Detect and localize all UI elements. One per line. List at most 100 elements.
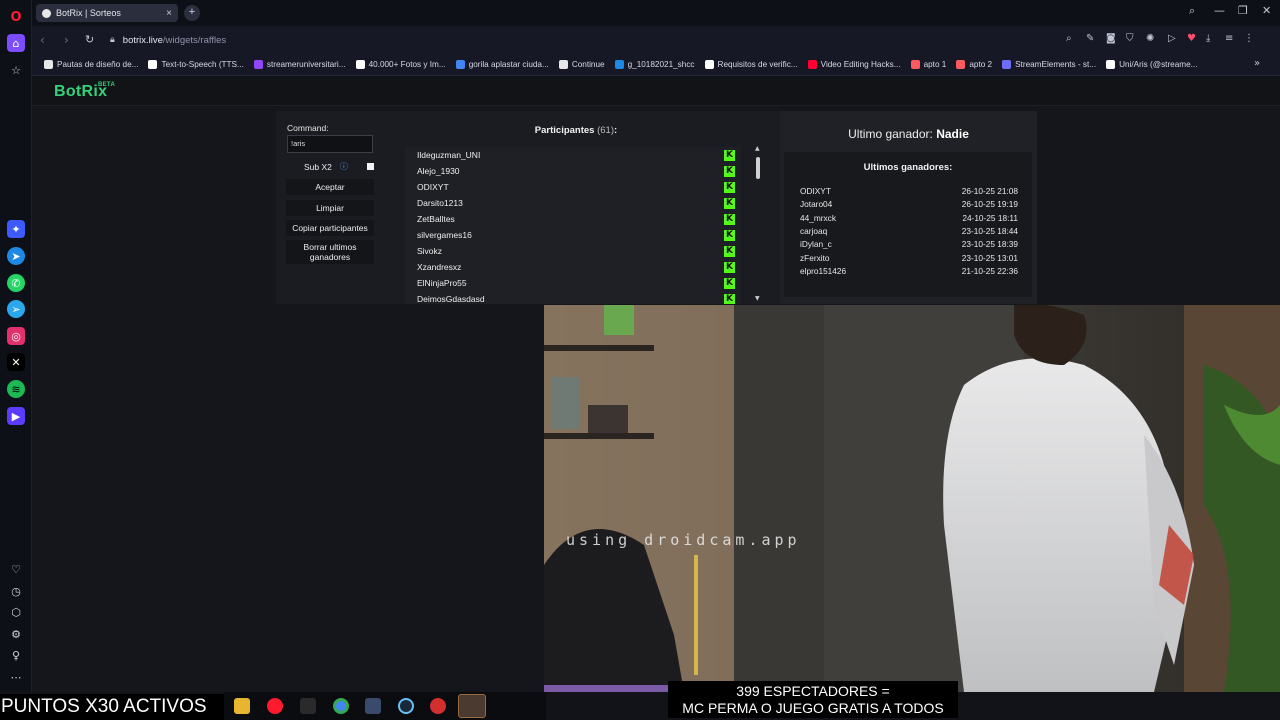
bookmark-item[interactable]: Requisitos de verific... (704, 60, 798, 69)
participant-row[interactable]: Alejo_1930 K (405, 163, 741, 179)
maximize-icon[interactable]: ❐ (1238, 4, 1248, 17)
sub-x2-option[interactable]: Sub X2 ⓘ (286, 159, 374, 175)
instagram-icon[interactable]: ◎ (7, 327, 25, 345)
scroll-up-icon[interactable]: ▲ (755, 145, 760, 152)
webcam-feed: using droidcam.app (544, 305, 1280, 692)
participant-row[interactable]: ODIXYT K (405, 179, 741, 195)
bookmark-item[interactable]: StreamElements - st... (1002, 60, 1096, 69)
app-icon[interactable] (300, 698, 316, 714)
telegram-icon[interactable]: ➢ (7, 300, 25, 318)
winner-name: zFerxito (800, 252, 830, 263)
bookmark-item[interactable]: streameruniversitari... (253, 60, 346, 69)
bulb-icon[interactable]: ♀ (7, 646, 25, 664)
recorder-icon[interactable] (430, 698, 446, 714)
heart-icon[interactable]: ♥ (1187, 33, 1196, 44)
vpn-icon[interactable]: ✺ (1146, 33, 1154, 44)
info-icon[interactable]: ⓘ (340, 162, 348, 172)
more-icon[interactable]: ⋮ (1244, 33, 1254, 44)
camera-icon[interactable]: ◙ (1106, 33, 1116, 44)
winner-row: Jotaro04 26-10-25 19:19 (800, 199, 1018, 212)
bookmark-item[interactable]: Text-to-Speech (TTS... (148, 60, 244, 69)
obs-icon[interactable] (458, 694, 486, 718)
scroll-down-icon[interactable]: ▼ (755, 295, 760, 302)
bookmark-item[interactable]: 40.000+ Fotos y Im... (355, 60, 446, 69)
close-tab-icon[interactable]: × (166, 8, 172, 19)
command-input[interactable]: !aris (287, 135, 373, 153)
bookmark-item[interactable]: Pautas de diseño de... (44, 60, 138, 69)
minimize-icon[interactable]: — (1214, 4, 1225, 17)
spotify-icon[interactable]: ≋ (7, 380, 25, 398)
participants-scrollbar[interactable]: ▲ ▼ (754, 145, 762, 302)
menu-icon[interactable]: ≡ (1225, 33, 1233, 44)
pinboard-icon[interactable]: ☆ (7, 61, 25, 79)
x-twitter-icon[interactable]: ✕ (7, 353, 25, 371)
bookmark-item[interactable]: g_10182021_shcc (614, 60, 695, 69)
url-field[interactable]: 🔒︎ botrix.live/widgets/raffles (110, 30, 1070, 50)
search-icon[interactable]: ⌕ (1066, 33, 1072, 44)
player-icon[interactable]: ▶ (7, 407, 25, 425)
bookmark-item[interactable]: Video Editing Hacks... (807, 60, 901, 69)
accept-button[interactable]: Aceptar (286, 179, 374, 195)
home-icon[interactable]: ⌂ (7, 34, 25, 52)
bookmark-item[interactable]: apto 1 (910, 60, 946, 69)
chrome-icon[interactable] (333, 698, 349, 714)
bookmark-item[interactable]: Uni/Aris (@streame... (1106, 60, 1197, 69)
botrix-logo[interactable]: BotRix BETA (54, 82, 115, 101)
shield-icon[interactable]: ⛉ (1126, 33, 1134, 44)
tablet-icon[interactable] (365, 698, 381, 714)
bookmark-favicon-icon (148, 60, 158, 69)
participants-title-suffix: : (614, 125, 618, 136)
close-window-icon[interactable]: ✕ (1262, 4, 1271, 17)
aria-icon[interactable]: ✦ (7, 220, 25, 238)
delete-winners-button[interactable]: Borrar ultimos ganadores (286, 240, 374, 264)
download-icon[interactable]: ⤓ (1206, 33, 1210, 44)
participants-count: (61) (597, 125, 615, 136)
participants-list[interactable]: Ildeguzman_UNI K Alejo_1930 K ODIXYT K Darsito… (405, 147, 741, 304)
participant-row[interactable]: Sivokz K (405, 243, 741, 259)
participant-name: Alejo_1930 (417, 166, 460, 176)
heart-icon[interactable]: ♡ (7, 560, 25, 578)
whatsapp-icon[interactable]: ✆ (7, 274, 25, 292)
winner-name: elpro151426 (800, 265, 847, 276)
sub-x2-checkbox[interactable] (367, 163, 374, 170)
participant-name: Ildeguzman_UNI (417, 150, 481, 160)
steam-icon[interactable] (398, 698, 414, 714)
participant-row[interactable]: Ildeguzman_UNI K (405, 147, 741, 163)
opera-icon[interactable] (267, 698, 283, 714)
bookmark-favicon-icon (704, 60, 714, 69)
messenger-icon[interactable]: ➤ (7, 247, 25, 265)
participant-row[interactable]: Darsito1213 K (405, 195, 741, 211)
participant-row[interactable]: Xzandresxz K (405, 259, 741, 275)
new-tab-button[interactable]: + (184, 5, 200, 21)
opera-logo-icon[interactable]: O (7, 8, 25, 26)
forward-icon[interactable]: › (64, 33, 69, 47)
search-tabs-icon[interactable]: ⌕ (1189, 4, 1195, 18)
file-explorer-icon[interactable] (234, 698, 250, 714)
participant-row[interactable]: ElNinjaPro55 K (405, 275, 741, 291)
url-path: /widgets/raffles (162, 34, 227, 46)
winner-row: elpro151426 21-10-25 22:36 (800, 266, 1018, 279)
history-icon[interactable]: ◷ (7, 582, 25, 600)
bookmark-item[interactable]: apto 2 (956, 60, 992, 69)
extensions-icon[interactable]: ⬡ (7, 603, 25, 621)
more-icon[interactable]: ⋯ (7, 668, 25, 686)
participant-row[interactable]: silvergames16 K (405, 227, 741, 243)
back-icon[interactable]: ‹ (40, 33, 45, 47)
bookmark-item[interactable]: Continue (558, 60, 605, 69)
copy-participants-button[interactable]: Copiar participantes (286, 220, 374, 236)
participant-row[interactable]: DeimosGdasdasd K (405, 291, 741, 304)
winner-panel: Ultimo ganador: Nadie Ultimos ganadores:… (780, 111, 1037, 304)
participant-row[interactable]: ZetBalltes K (405, 211, 741, 227)
reload-icon[interactable]: ↻ (85, 33, 94, 46)
play-icon[interactable]: ▷ (1168, 33, 1176, 44)
settings-icon[interactable]: ⚙ (7, 625, 25, 643)
winner-row: iDylan_c 23-10-25 18:39 (800, 239, 1018, 252)
tab-botrix[interactable]: BotRix | Sorteos × (36, 4, 178, 22)
bookmark-item[interactable]: gorila aplastar ciuda... (455, 60, 549, 69)
more-bookmarks-icon[interactable]: » (1254, 58, 1260, 69)
scroll-thumb[interactable] (756, 157, 760, 179)
clear-button[interactable]: Limpiar (286, 200, 374, 216)
edit-icon[interactable]: ✎ (1086, 33, 1094, 44)
kick-icon: K (724, 277, 735, 289)
botrix-favicon-icon (42, 8, 51, 18)
